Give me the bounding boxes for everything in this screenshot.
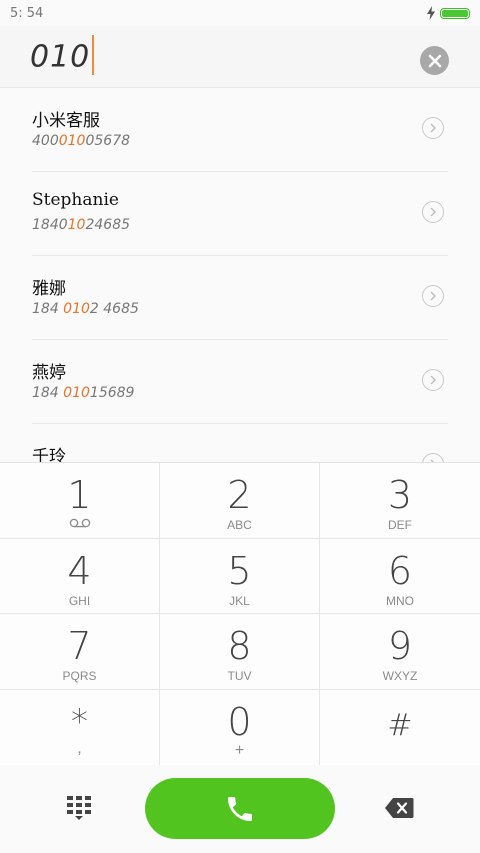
key-1[interactable]: 1 xyxy=(0,463,160,539)
contact-name: 千玲 xyxy=(32,447,66,462)
contact-item[interactable]: 燕婷 184 01015689 xyxy=(32,340,448,424)
key-digit: 0 xyxy=(227,700,252,744)
key-letters: JKL xyxy=(229,594,250,608)
key-digit: * xyxy=(71,702,88,742)
text-cursor xyxy=(92,35,95,75)
number-match: 010 xyxy=(63,385,90,401)
key-digit: 8 xyxy=(227,624,252,668)
key-digit: 7 xyxy=(67,624,92,668)
contact-name: Stephanie xyxy=(32,190,119,210)
number-prefix: 400 xyxy=(32,133,59,149)
number-prefix: 184 xyxy=(32,301,64,317)
number-match: 010 xyxy=(63,301,90,317)
key-digit: # xyxy=(387,708,413,743)
status-time: 5: 54 xyxy=(10,5,44,21)
contact-item[interactable]: 小米客服 40001005678 xyxy=(32,88,448,172)
contact-detail-button[interactable] xyxy=(422,201,444,223)
dialed-number-input[interactable]: 010 xyxy=(30,35,95,78)
status-icons xyxy=(426,6,470,20)
number-match: 010 xyxy=(58,133,86,149)
dial-keypad: 1 2 ABC 3 DEF 4 GHI 5 JKL 6 MNO 7 PQRS 8… xyxy=(0,462,480,765)
key-letters: TUV xyxy=(227,669,252,683)
contact-detail-button[interactable] xyxy=(422,369,444,391)
call-button[interactable] xyxy=(145,778,335,839)
contact-item[interactable]: 雅娜 184 0102 4685 xyxy=(32,256,448,340)
contact-detail-button[interactable] xyxy=(422,117,444,139)
number-prefix: 1840 xyxy=(32,217,68,233)
battery-icon xyxy=(440,7,470,19)
key-6[interactable]: 6 MNO xyxy=(320,539,480,614)
key-digit: 6 xyxy=(387,549,413,593)
key-digit: 2 xyxy=(227,473,252,517)
key-0[interactable]: 0 + xyxy=(160,690,320,765)
key-4[interactable]: 4 GHI xyxy=(0,539,160,614)
number-prefix: 184 xyxy=(32,385,64,401)
key-letters: ABC xyxy=(227,518,252,532)
key-2[interactable]: 2 ABC xyxy=(160,463,320,539)
clear-input-button[interactable] xyxy=(420,46,449,75)
key-8[interactable]: 8 TUV xyxy=(160,614,320,690)
dialer-action-bar xyxy=(0,765,480,853)
key-star[interactable]: * , xyxy=(0,690,160,765)
contact-number: 40001005678 xyxy=(32,133,130,149)
chevron-right-icon xyxy=(430,207,436,217)
chevron-right-icon xyxy=(430,291,436,301)
contact-suggestions-list: 小米客服 40001005678 Stephanie 18401024685 雅… xyxy=(0,88,480,462)
key-letters: DEF xyxy=(388,518,412,532)
key-5[interactable]: 5 JKL xyxy=(160,539,320,614)
dial-header: 010 xyxy=(0,26,480,88)
key-7[interactable]: 7 PQRS xyxy=(0,614,160,690)
status-bar: 5: 54 xyxy=(0,0,480,26)
key-digit: 5 xyxy=(227,549,252,593)
key-digit: 3 xyxy=(387,473,413,517)
key-3[interactable]: 3 DEF xyxy=(320,463,480,539)
key-digit: 4 xyxy=(67,549,92,593)
key-letters: + xyxy=(234,742,245,759)
key-letters: PQRS xyxy=(62,669,97,683)
contact-name: 雅娜 xyxy=(32,279,66,299)
dialpad-toggle-button[interactable] xyxy=(66,795,92,821)
contact-item[interactable]: Stephanie 18401024685 xyxy=(32,172,448,256)
delete-button[interactable] xyxy=(384,797,414,819)
number-suffix: 2 4685 xyxy=(89,301,139,317)
contact-number: 18401024685 xyxy=(32,217,130,233)
key-hash[interactable]: # xyxy=(320,690,480,765)
number-match: 10 xyxy=(67,217,86,233)
chevron-right-icon xyxy=(430,123,436,133)
key-letters: WXYZ xyxy=(382,669,418,683)
contact-number: 184 0102 4685 xyxy=(32,301,139,317)
key-letters: , xyxy=(77,740,82,757)
contact-name: 小米客服 xyxy=(32,111,100,131)
key-digit: 1 xyxy=(67,473,92,517)
key-9[interactable]: 9 WXYZ xyxy=(320,614,480,690)
battery-level xyxy=(442,9,468,17)
contact-number: 184 01015689 xyxy=(32,385,134,401)
contact-detail-button[interactable] xyxy=(422,285,444,307)
close-icon xyxy=(428,54,441,67)
dialpad-icon xyxy=(67,796,91,820)
dialed-number-text: 010 xyxy=(30,39,91,75)
contact-detail-button[interactable] xyxy=(422,453,444,462)
key-letters: MNO xyxy=(386,594,414,608)
phone-icon xyxy=(228,796,252,821)
key-letters: GHI xyxy=(68,594,91,608)
contact-item[interactable]: 千玲 xyxy=(32,424,448,462)
backspace-icon xyxy=(385,798,414,818)
key-digit: 9 xyxy=(387,624,413,668)
number-suffix: 15689 xyxy=(89,385,135,401)
key-sub xyxy=(0,518,159,528)
lightning-icon xyxy=(427,6,435,20)
number-suffix: 24685 xyxy=(85,217,131,233)
number-suffix: 05678 xyxy=(85,133,131,149)
chevron-right-icon xyxy=(430,375,436,385)
voicemail-icon xyxy=(69,518,90,528)
contact-name: 燕婷 xyxy=(32,363,66,383)
